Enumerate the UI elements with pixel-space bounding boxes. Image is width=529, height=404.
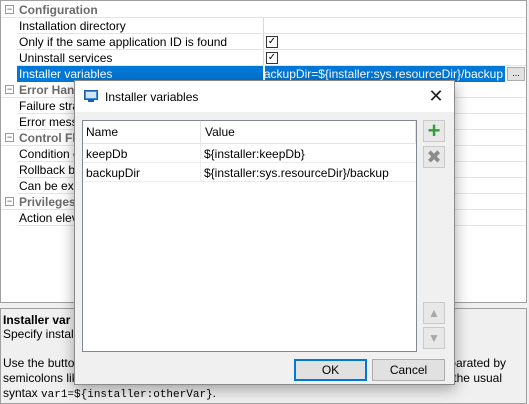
move-up-button[interactable]: ▲	[423, 302, 445, 324]
cancel-button[interactable]: Cancel	[372, 359, 445, 381]
uninstall-services-checkbox[interactable]: ✓	[266, 52, 278, 64]
variable-value-cell[interactable]: ${installer:keepDb}	[204, 147, 305, 161]
variable-name-cell[interactable]: backupDir	[86, 166, 140, 180]
property-label: Can be exe	[19, 179, 81, 193]
description-text: Use the button	[3, 356, 82, 370]
remove-variable-button[interactable]: ✖	[423, 146, 445, 168]
column-header-value[interactable]: Value	[201, 121, 416, 144]
variable-value-cell[interactable]: ${installer:sys.resourceDir}/backup	[204, 166, 389, 180]
code-snippet: var1=${installer:otherVar}	[41, 389, 213, 401]
column-header-name[interactable]: Name	[83, 121, 201, 144]
property-label: Installation directory	[19, 19, 126, 33]
description-subtitle: Specify installe	[3, 327, 84, 341]
description-text: the usual	[453, 371, 502, 385]
variables-table[interactable]: Name Value keepDb ${installer:keepDb} ba…	[82, 120, 417, 352]
plus-icon: +	[427, 118, 441, 143]
description-text: semicolons like	[3, 371, 85, 385]
property-value: }; backupDir=${installer:sys.resourceDir…	[265, 67, 503, 81]
dialog-title: Installer variables	[105, 90, 199, 104]
description-text: parated by	[449, 356, 506, 370]
property-label: Only if the same application ID is found	[19, 35, 228, 49]
category-label: Control Fl	[19, 131, 76, 145]
move-down-button[interactable]: ▼	[423, 327, 445, 349]
ok-button[interactable]: OK	[294, 359, 367, 381]
property-label: Failure stra	[19, 99, 80, 113]
installer-variables-dialog: Installer variables ✕ Name Value keepDb …	[74, 80, 455, 385]
property-row-same-app-id[interactable]: Only if the same application ID is found…	[1, 34, 526, 50]
property-label: Action elev	[19, 211, 78, 225]
chevron-down-icon: ▼	[428, 331, 440, 345]
dialog-titlebar[interactable]: Installer variables ✕	[75, 81, 454, 112]
table-row[interactable]: backupDir ${installer:sys.resourceDir}/b…	[83, 163, 416, 182]
collapse-icon[interactable]: −	[5, 197, 14, 206]
add-variable-button[interactable]: +	[423, 120, 445, 142]
application-icon	[84, 90, 98, 102]
collapse-icon[interactable]: −	[5, 85, 14, 94]
property-label: Uninstall services	[19, 51, 113, 65]
table-row[interactable]: keepDb ${installer:keepDb}	[83, 144, 416, 163]
category-label: Error Hand	[19, 83, 82, 97]
category-label: Configuration	[19, 3, 98, 17]
variable-name-cell[interactable]: keepDb	[86, 147, 127, 161]
description-title: Installer var	[3, 313, 71, 327]
chevron-up-icon: ▲	[428, 306, 440, 320]
description-text: syntax var1=${installer:otherVar}.	[3, 386, 216, 401]
close-icon[interactable]: ✕	[426, 86, 446, 106]
property-row-installation-directory[interactable]: Installation directory	[1, 18, 526, 34]
delete-icon: ✖	[426, 147, 442, 167]
same-app-id-checkbox[interactable]: ✓	[266, 36, 278, 48]
property-label: Rollback ba	[19, 163, 82, 177]
collapse-icon[interactable]: −	[5, 5, 14, 14]
collapse-icon[interactable]: −	[5, 133, 14, 142]
property-row-uninstall-services[interactable]: Uninstall services ✓	[1, 50, 526, 66]
property-label: Installer variables	[19, 67, 113, 81]
edit-ellipsis-button[interactable]: ...	[507, 67, 525, 81]
category-configuration[interactable]: − Configuration	[1, 2, 526, 18]
category-label: Privileges	[19, 195, 76, 209]
property-label: Condition e	[19, 147, 80, 161]
